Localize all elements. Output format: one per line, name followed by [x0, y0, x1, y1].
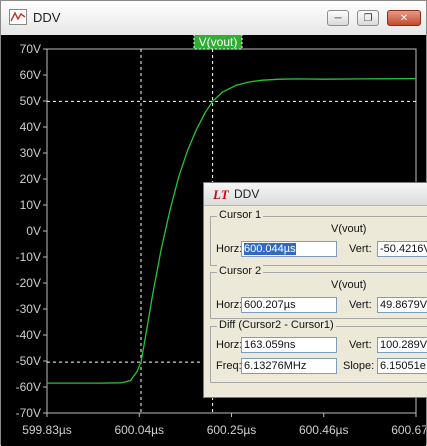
y-tick-label: 70V	[20, 42, 41, 56]
minimize-icon: ─	[334, 12, 342, 24]
x-tick-label: 600.25µs	[207, 423, 257, 437]
cursor2-heading: Cursor 2	[217, 265, 264, 277]
diff-horz-field[interactable]: 163.059ns	[241, 337, 337, 353]
x-tick-label: 600.67µs	[391, 423, 426, 437]
cursor-dialog-title-bar[interactable]: LT DDV	[204, 183, 427, 206]
y-tick-label: -10V	[16, 250, 41, 264]
cursor1-heading: Cursor 1	[217, 209, 264, 221]
diff-freq-field[interactable]: 6.13276MHz	[241, 358, 337, 374]
cursor1-vert-label: Vert:	[349, 243, 372, 255]
cursor2-group: Cursor 2 V(vout) Horz: 600.207µs Vert: 4…	[210, 265, 427, 319]
trace-label-text: V(vout)	[199, 35, 238, 49]
cursor1-group: Cursor 1 V(vout) Horz: 600.044µs Vert: -…	[210, 209, 427, 266]
cursor2-vert-label: Vert:	[349, 299, 372, 311]
y-tick-label: 10V	[20, 198, 41, 212]
y-tick-label: -40V	[16, 328, 41, 342]
waveform-app-icon	[9, 9, 27, 25]
diff-group: Diff (Cursor2 - Cursor1) Horz: 163.059ns…	[210, 319, 427, 383]
cursor1-horz-field[interactable]: 600.044µs	[241, 241, 337, 257]
restore-button[interactable]: ❐	[357, 10, 379, 26]
diff-horz-label: Horz:	[216, 339, 243, 351]
cursor1-trace: V(vout)	[331, 223, 367, 235]
diff-slope-label: Slope:	[343, 360, 375, 372]
x-tick-label: 600.04µs	[114, 423, 164, 437]
diff-heading: Diff (Cursor2 - Cursor1)	[217, 319, 336, 331]
close-button[interactable]: ✕	[387, 10, 421, 26]
trace-label-badge: V(vout)	[193, 35, 243, 50]
diff-vert-field[interactable]: 100.289V	[377, 337, 427, 353]
cursor2-horz-field[interactable]: 600.207µs	[241, 297, 337, 313]
cursor1-vert-field[interactable]: -50.4216V	[377, 241, 427, 257]
y-tick-label: 0V	[26, 224, 41, 238]
ltspice-logo-icon: LT	[212, 187, 230, 201]
svg-text:LT: LT	[212, 187, 230, 201]
window-title: DDV	[33, 10, 61, 25]
diff-slope-field[interactable]: 6.15051e	[377, 358, 427, 374]
y-tick-label: 40V	[20, 120, 41, 134]
y-tick-label: -50V	[16, 354, 41, 368]
title-bar[interactable]: DDV ─ ❐ ✕	[1, 1, 426, 36]
cursor-dialog[interactable]: LT DDV Cursor 1 V(vout) Horz: 600.044µs …	[203, 182, 427, 398]
y-tick-label: 50V	[20, 94, 41, 108]
y-tick-label: 20V	[20, 172, 41, 186]
y-tick-label: -60V	[16, 380, 41, 394]
cursor2-trace: V(vout)	[331, 279, 367, 291]
restore-icon: ❐	[363, 12, 373, 24]
close-icon: ✕	[399, 12, 409, 24]
cursor2-horz-label: Horz:	[216, 299, 243, 311]
diff-freq-label: Freq:	[216, 360, 242, 372]
y-tick-label: 60V	[20, 68, 41, 82]
diff-vert-label: Vert:	[349, 339, 372, 351]
cursor2-vert-field[interactable]: 49.8679V	[377, 297, 427, 313]
cursor-dialog-title: DDV	[234, 187, 260, 201]
waveform-viewer-window: DDV ─ ❐ ✕ 70V 60V 50V 40V 30V 20V 10V 0V -10V -20…	[0, 0, 427, 446]
y-tick-label: -30V	[16, 302, 41, 316]
y-tick-label: -70V	[16, 406, 41, 420]
minimize-button[interactable]: ─	[327, 10, 349, 26]
x-tick-label: 599.83µs	[22, 423, 72, 437]
y-tick-label: -20V	[16, 276, 41, 290]
cursor1-horz-label: Horz:	[216, 243, 243, 255]
x-tick-label: 600.46µs	[299, 423, 349, 437]
y-tick-label: 30V	[20, 146, 41, 160]
